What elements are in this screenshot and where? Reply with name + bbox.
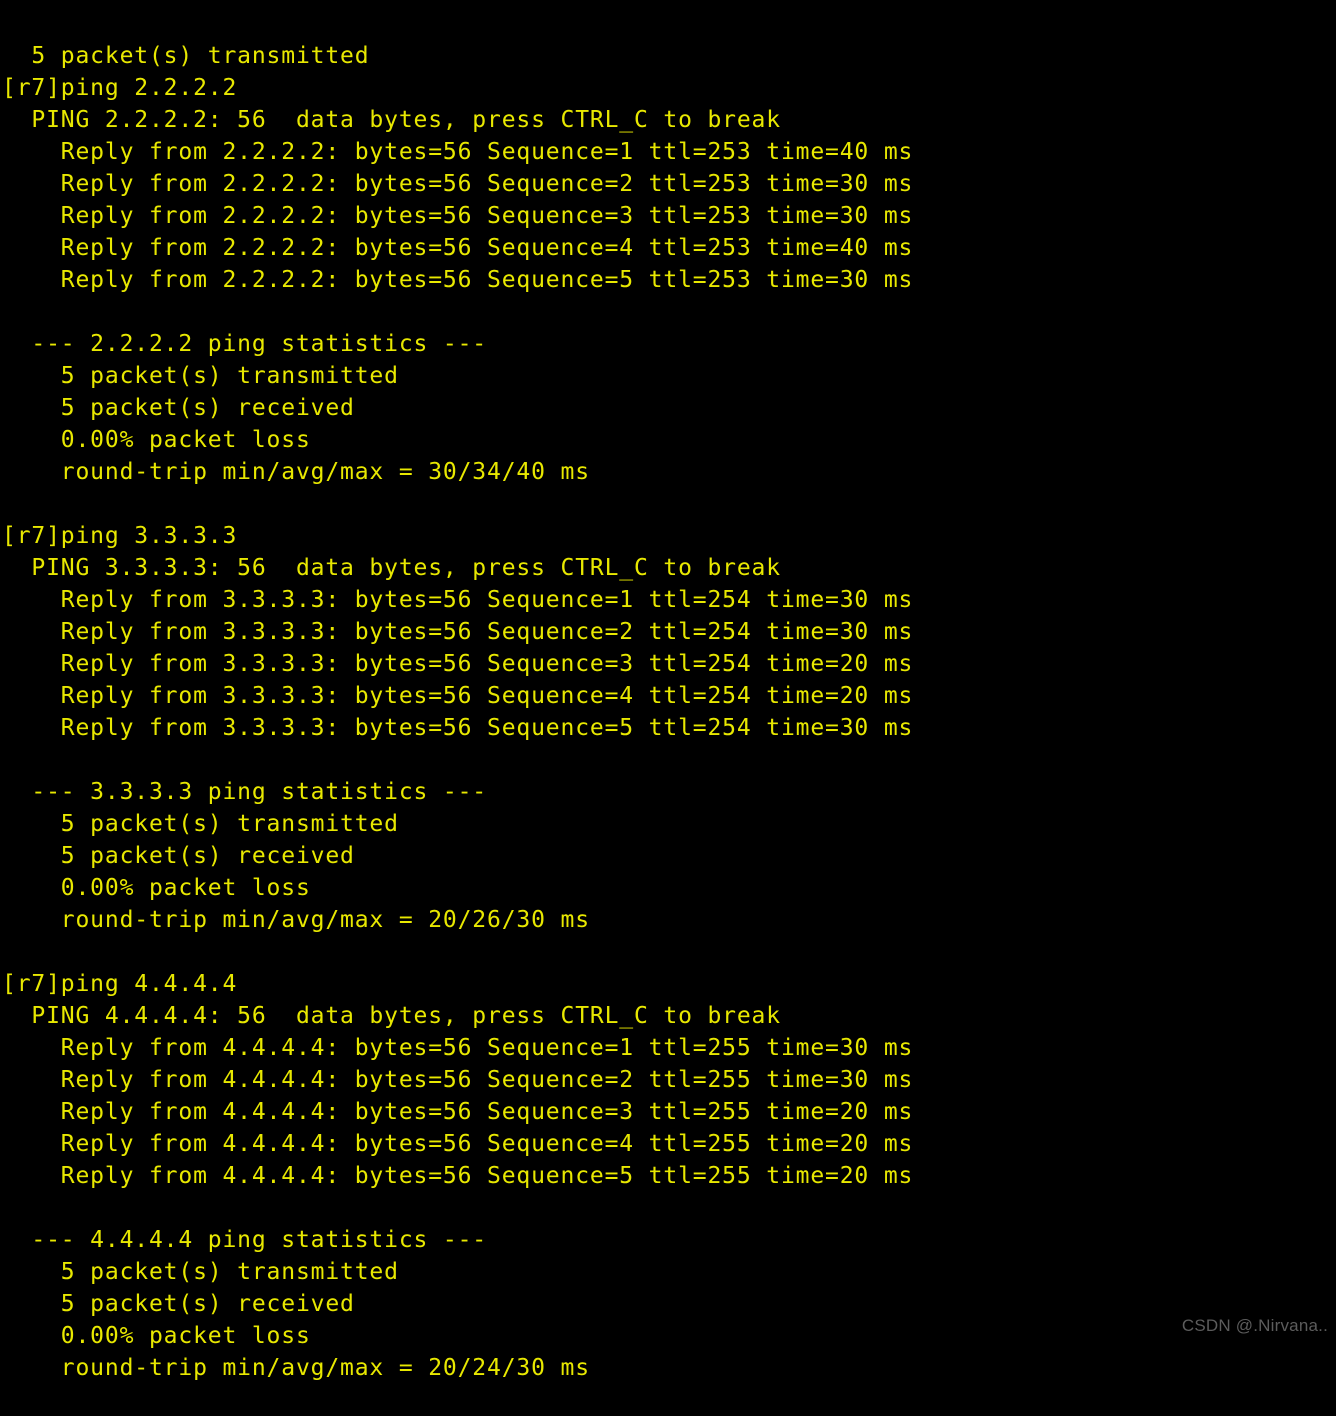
terminal-reply-line: Reply from 3.3.3.3: bytes=56 Sequence=1 …: [2, 587, 914, 613]
terminal-stats-loss-line: 0.00% packet loss: [2, 427, 311, 453]
terminal-stats-packet-line: 5 packet(s) received: [2, 843, 355, 869]
terminal-ping-header-line: PING 4.4.4.4: 56 data bytes, press CTRL_…: [2, 1003, 781, 1029]
terminal-stats-loss-line: 0.00% packet loss: [2, 1323, 311, 1349]
terminal-reply-line: Reply from 2.2.2.2: bytes=56 Sequence=3 …: [2, 203, 914, 229]
terminal-reply-line: Reply from 3.3.3.3: bytes=56 Sequence=2 …: [2, 619, 914, 645]
terminal-stats-header-line: --- 2.2.2.2 ping statistics ---: [2, 331, 488, 357]
terminal-stats-packet-line: 5 packet(s) transmitted: [2, 1259, 399, 1285]
terminal-command-line: [r7]ping 4.4.4.4: [2, 971, 238, 997]
terminal-stats-header-line: --- 4.4.4.4 ping statistics ---: [2, 1227, 488, 1253]
terminal-stats-rtt-line: round-trip min/avg/max = 20/24/30 ms: [2, 1355, 590, 1381]
terminal-reply-line: Reply from 2.2.2.2: bytes=56 Sequence=5 …: [2, 267, 914, 293]
terminal-stats-packet-line: 5 packet(s) transmitted: [2, 811, 399, 837]
terminal-reply-line: Reply from 3.3.3.3: bytes=56 Sequence=4 …: [2, 683, 914, 709]
terminal-ping-header-line: PING 2.2.2.2: 56 data bytes, press CTRL_…: [2, 107, 781, 133]
terminal-reply-line: Reply from 4.4.4.4: bytes=56 Sequence=5 …: [2, 1163, 914, 1189]
terminal-screen[interactable]: 5 packet(s) transmitted [r7]ping 2.2.2.2 …: [0, 0, 1336, 1381]
terminal-command-line: [r7]ping 2.2.2.2: [2, 75, 238, 101]
csdn-watermark: CSDN @.Nirvana..: [1181, 1316, 1328, 1335]
terminal-stats-rtt-line: round-trip min/avg/max = 30/34/40 ms: [2, 459, 590, 485]
terminal-stats-packet-line: 5 packet(s) transmitted: [2, 43, 370, 69]
terminal-reply-line: Reply from 2.2.2.2: bytes=56 Sequence=1 …: [2, 139, 914, 165]
terminal-output: 5 packet(s) transmitted [r7]ping 2.2.2.2 …: [0, 40, 1336, 1384]
terminal-ping-header-line: PING 3.3.3.3: 56 data bytes, press CTRL_…: [2, 555, 781, 581]
terminal-reply-line: Reply from 3.3.3.3: bytes=56 Sequence=5 …: [2, 715, 914, 741]
terminal-reply-line: Reply from 3.3.3.3: bytes=56 Sequence=3 …: [2, 651, 914, 677]
terminal-reply-line: Reply from 4.4.4.4: bytes=56 Sequence=1 …: [2, 1035, 914, 1061]
terminal-stats-header-line: --- 3.3.3.3 ping statistics ---: [2, 779, 488, 805]
terminal-stats-rtt-line: round-trip min/avg/max = 20/26/30 ms: [2, 907, 590, 933]
terminal-stats-packet-line: 5 packet(s) transmitted: [2, 363, 399, 389]
terminal-reply-line: Reply from 4.4.4.4: bytes=56 Sequence=2 …: [2, 1067, 914, 1093]
terminal-stats-packet-line: 5 packet(s) received: [2, 395, 355, 421]
terminal-command-line: [r7]ping 3.3.3.3: [2, 523, 238, 549]
terminal-reply-line: Reply from 4.4.4.4: bytes=56 Sequence=4 …: [2, 1131, 914, 1157]
terminal-reply-line: Reply from 2.2.2.2: bytes=56 Sequence=4 …: [2, 235, 914, 261]
terminal-stats-loss-line: 0.00% packet loss: [2, 875, 311, 901]
terminal-reply-line: Reply from 4.4.4.4: bytes=56 Sequence=3 …: [2, 1099, 914, 1125]
terminal-reply-line: Reply from 2.2.2.2: bytes=56 Sequence=2 …: [2, 171, 914, 197]
terminal-stats-packet-line: 5 packet(s) received: [2, 1291, 355, 1317]
